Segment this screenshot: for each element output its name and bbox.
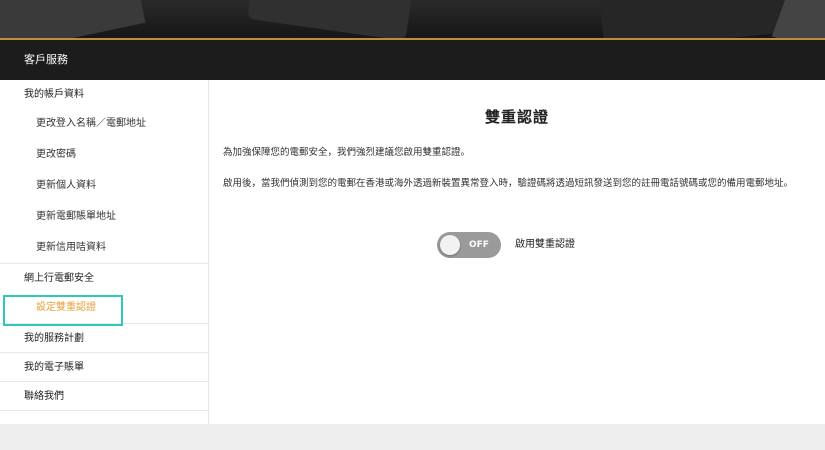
toggle-state-text: OFF [469,240,489,250]
sidebar-heading-security[interactable]: 網上行電郵安全 [0,264,208,292]
two-factor-toggle-row: OFF 啟用雙重認證 [209,232,825,260]
sidebar-item-update-profile[interactable]: 更新個人資料 [0,170,208,201]
sidebar-item-two-factor[interactable]: 設定雙重認證 [0,292,208,323]
toggle-label: 啟用雙重認證 [515,239,575,250]
sidebar-group-account: 我的帳戶資料 更改登入名稱／電郵地址 更改密碼 更新個人資料 更新電郵賬單地址 … [0,80,208,264]
sidebar-group-ebill: 我的電子賬單 [0,353,208,382]
page-title: 雙重認證 [484,108,549,126]
description-paragraph: 啟用後，當我們偵測到您的電郵在香港或海外透過新裝置異常登入時，驗證碼將透過短訊發… [223,178,794,189]
sidebar-item-change-password[interactable]: 更改密碼 [0,139,208,170]
toggle-knob [440,235,460,255]
section-titlebar: 客戶服務 [0,40,825,80]
sidebar-heading-ebill[interactable]: 我的電子賬單 [0,353,208,381]
sidebar-heading-account[interactable]: 我的帳戶資料 [0,80,208,108]
banner-decor [0,0,146,38]
sidebar-group-security: 網上行電郵安全 設定雙重認證 [0,264,208,324]
two-factor-toggle[interactable]: OFF [437,232,501,258]
sidebar-item-update-billing-email[interactable]: 更新電郵賬單地址 [0,201,208,232]
header-banner [0,0,825,38]
sidebar-item-update-credit-card[interactable]: 更新信用咭資料 [0,232,208,263]
sidebar-group-plan: 我的服務計劃 [0,324,208,353]
section-title: 客戶服務 [24,53,68,66]
sidebar-heading-contact[interactable]: 聯絡我們 [0,382,208,410]
sidebar-heading-plan[interactable]: 我的服務計劃 [0,324,208,352]
main-content: 雙重認證 為加強保障您的電郵安全，我們強烈建議您啟用雙重認證。 啟用後，當我們偵… [209,80,825,424]
banner-decor [246,0,414,38]
sidebar-group-contact: 聯絡我們 [0,382,208,411]
sidebar: 我的帳戶資料 更改登入名稱／電郵地址 更改密碼 更新個人資料 更新電郵賬單地址 … [0,80,209,424]
intro-paragraph: 為加強保障您的電郵安全，我們強烈建議您啟用雙重認證。 [223,147,471,158]
sidebar-item-change-login[interactable]: 更改登入名稱／電郵地址 [0,108,208,139]
